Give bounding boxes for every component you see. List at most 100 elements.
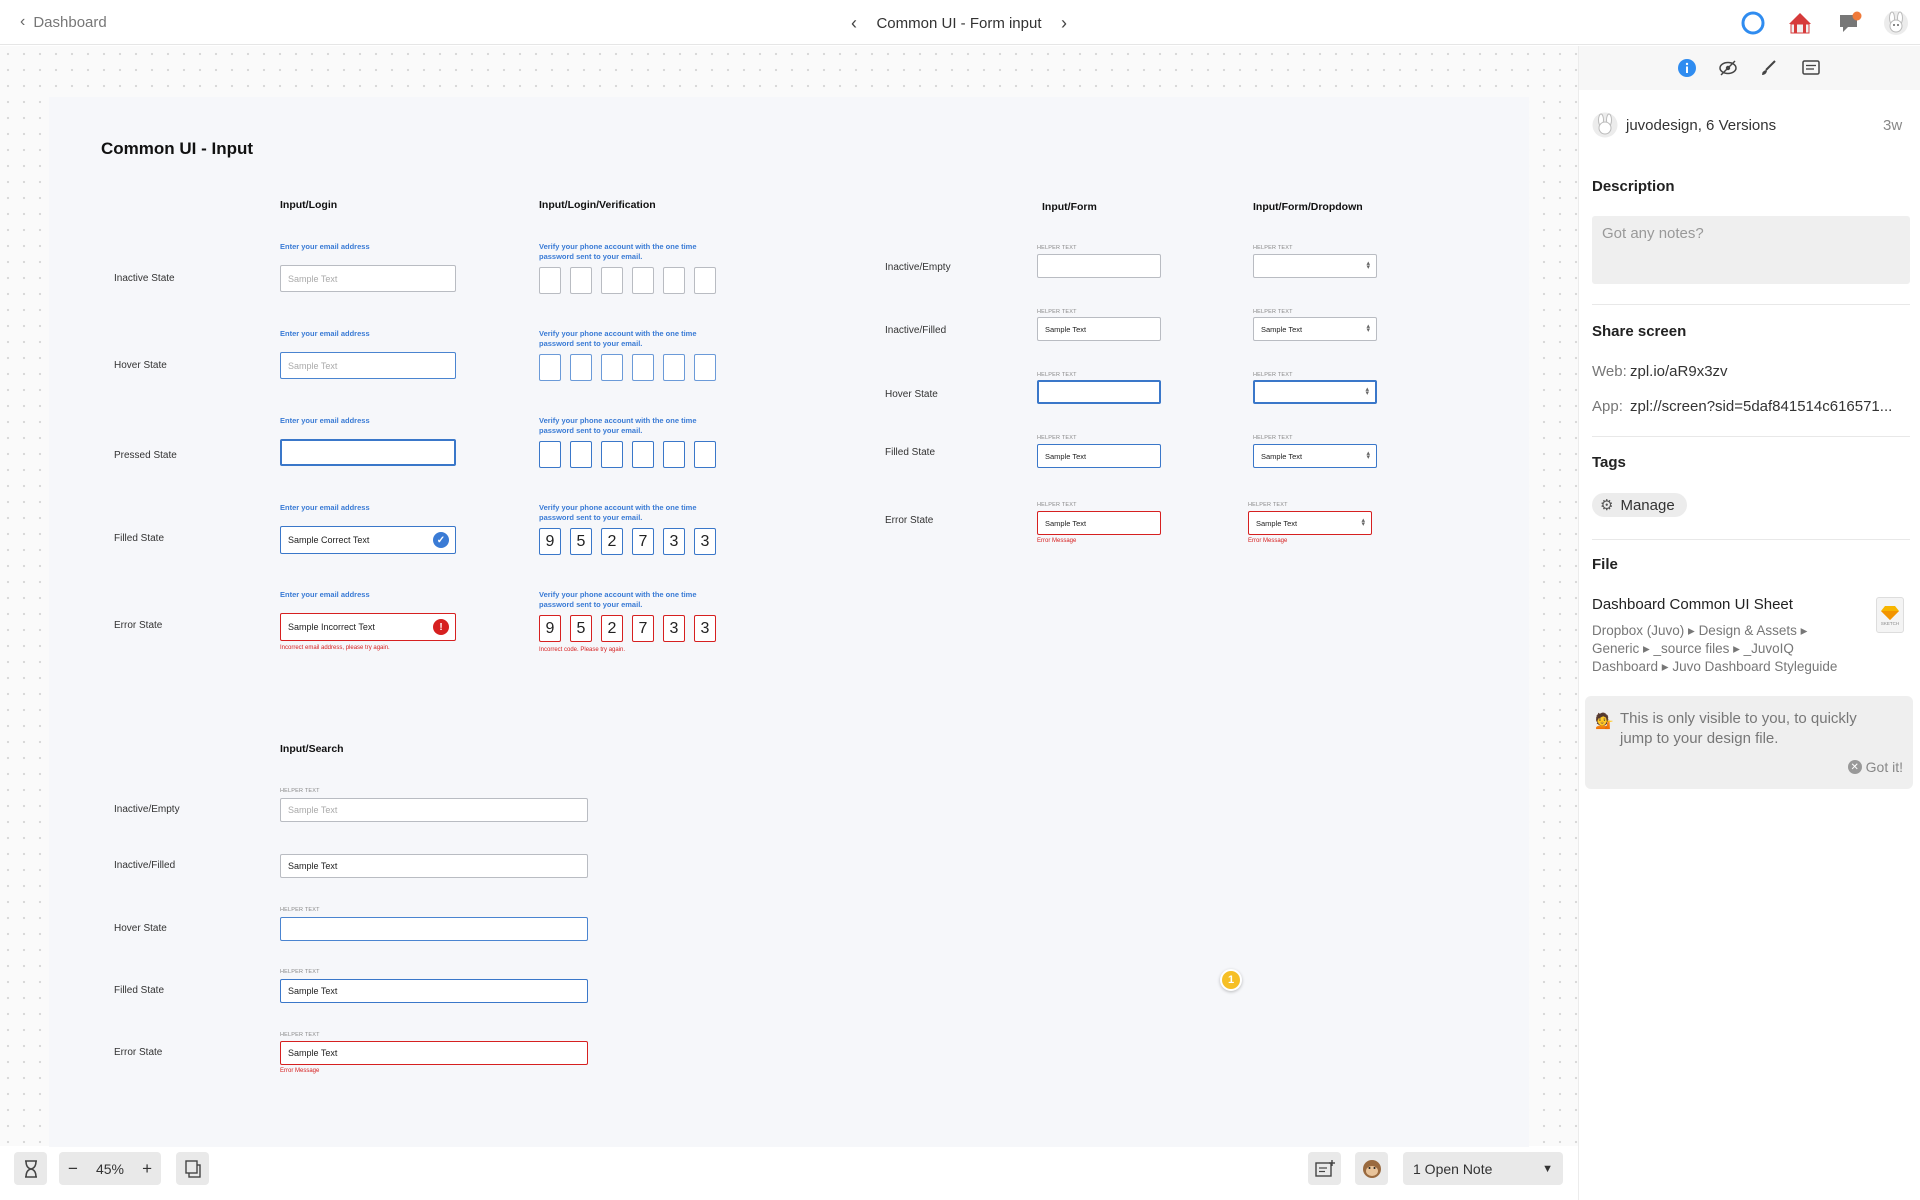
copy-layers-icon[interactable] — [176, 1152, 209, 1185]
otp-digit-box[interactable] — [632, 441, 654, 468]
web-link[interactable]: zpl.io/aR9x3zv — [1630, 363, 1728, 380]
otp-digit-box[interactable]: 9 — [539, 615, 561, 642]
otp-digit-box[interactable]: 5 — [570, 615, 592, 642]
otp-row-error[interactable]: 9 5 2 7 3 3 — [539, 615, 719, 643]
artboard: Common UI - Input Input/Login Input/Logi… — [49, 97, 1529, 1147]
dropdown-hover[interactable]: ▴ ▾ — [1253, 380, 1377, 404]
dropdown-caret-icon: ▴ ▾ — [1366, 260, 1370, 271]
tip-text: This is only visible to you, to quickly … — [1620, 709, 1857, 749]
previous-screen-button[interactable]: ‹ — [846, 13, 862, 34]
search-field-filled[interactable]: Sample Text — [280, 979, 588, 1003]
otp-digit-box[interactable]: 7 — [632, 528, 654, 555]
got-it-button[interactable]: ✕ Got it! — [1847, 759, 1903, 775]
panel-tabs — [1579, 46, 1920, 90]
form-field-inactive-empty[interactable] — [1037, 254, 1161, 278]
back-to-dashboard-link[interactable]: ‹ Dashboard — [20, 13, 107, 31]
login-email-field-pressed[interactable] — [280, 439, 456, 466]
note-marker[interactable]: 1 — [1220, 969, 1242, 991]
otp-digit-box[interactable]: 2 — [601, 528, 623, 555]
otp-digit-box[interactable] — [601, 267, 623, 294]
hourglass-icon[interactable] — [14, 1152, 47, 1185]
login-email-field-error[interactable]: Sample Incorrect Text ! — [280, 613, 456, 641]
login-email-field-inactive[interactable]: Sample Text — [280, 265, 456, 292]
otp-digit-box[interactable]: 3 — [694, 528, 716, 555]
hide-icon[interactable] — [1716, 56, 1740, 80]
verification-error-message: Incorrect code. Please try again. — [539, 647, 626, 653]
file-name[interactable]: Dashboard Common UI Sheet — [1592, 596, 1793, 613]
user-avatar-bunny-icon[interactable] — [1882, 9, 1910, 37]
otp-digit-box[interactable] — [539, 354, 561, 381]
dropdown-inactive-empty[interactable]: ▴ ▾ — [1253, 254, 1377, 278]
open-notes-dropdown[interactable]: 1 Open Note ▼ — [1403, 1152, 1563, 1185]
row-label: Pressed State — [114, 450, 177, 461]
otp-digit-box[interactable] — [632, 354, 654, 381]
form-field-hover[interactable] — [1037, 380, 1161, 404]
otp-row-pressed[interactable] — [539, 441, 719, 469]
login-error-message: Incorrect email address, please try agai… — [280, 645, 390, 651]
next-screen-button[interactable]: › — [1056, 13, 1072, 34]
section-title-search: Input/Search — [280, 743, 344, 755]
author-versions[interactable]: juvodesign, 6 Versions — [1626, 117, 1776, 134]
otp-digit-box[interactable] — [570, 267, 592, 294]
search-field-inactive-empty[interactable]: Sample Text — [280, 798, 588, 822]
otp-digit-box[interactable] — [570, 441, 592, 468]
login-email-field-filled[interactable]: Sample Correct Text ✓ — [280, 526, 456, 554]
otp-digit-box[interactable] — [539, 267, 561, 294]
otp-digit-box[interactable] — [570, 354, 592, 381]
otp-digit-box[interactable] — [663, 441, 685, 468]
otp-digit-box[interactable]: 5 — [570, 528, 592, 555]
otp-digit-box[interactable] — [694, 441, 716, 468]
search-field-inactive-filled[interactable]: Sample Text — [280, 854, 588, 878]
form-field-filled[interactable]: Sample Text — [1037, 444, 1161, 468]
verification-prompt: Verify your phone account with the one t… — [539, 503, 697, 523]
dropdown-filled[interactable]: Sample Text ▴ ▾ — [1253, 444, 1377, 468]
otp-row-filled[interactable]: 9 5 2 7 3 3 — [539, 528, 719, 556]
search-field-error[interactable]: Sample Text — [280, 1041, 588, 1065]
design-canvas[interactable]: Common UI - Input Input/Login Input/Logi… — [0, 46, 1578, 1147]
otp-digit-box[interactable]: 3 — [694, 615, 716, 642]
author-avatar — [1592, 112, 1618, 138]
otp-digit-box[interactable] — [539, 441, 561, 468]
add-note-icon[interactable] — [1308, 1152, 1341, 1185]
otp-digit-box[interactable]: 7 — [632, 615, 654, 642]
otp-digit-box[interactable]: 2 — [601, 615, 623, 642]
zoom-out-button[interactable]: − — [68, 1159, 78, 1179]
zoom-level[interactable]: 45% — [96, 1161, 124, 1177]
dropdown-inactive-filled[interactable]: Sample Text ▴ ▾ — [1253, 317, 1377, 341]
app-link[interactable]: zpl://screen?sid=5daf841514c616571... — [1630, 398, 1910, 415]
otp-digit-box[interactable]: 3 — [663, 615, 685, 642]
sync-ring-icon[interactable] — [1739, 9, 1767, 37]
helper-text: HELPER TEXT — [280, 969, 320, 975]
notification-bell-icon[interactable] — [1835, 9, 1863, 37]
otp-digit-box[interactable] — [632, 267, 654, 294]
notes-icon[interactable] — [1799, 56, 1823, 80]
zoom-in-button[interactable]: + — [142, 1159, 152, 1179]
section-title-form: Input/Form — [1042, 201, 1097, 213]
dropdown-caret-icon: ▴ ▾ — [1361, 517, 1365, 528]
otp-digit-box[interactable] — [694, 267, 716, 294]
helper-text: HELPER TEXT — [280, 788, 320, 794]
sketch-file-icon[interactable]: SKETCH — [1876, 597, 1904, 633]
login-email-field-hover[interactable]: Sample Text — [280, 352, 456, 379]
dropdown-error[interactable]: Sample Text ▴ ▾ — [1248, 511, 1372, 535]
manage-tags-button[interactable]: ⚙ Manage — [1592, 493, 1687, 517]
circus-tent-icon[interactable] — [1786, 9, 1814, 37]
otp-digit-box[interactable] — [694, 354, 716, 381]
monkey-face-icon[interactable] — [1355, 1152, 1388, 1185]
description-input[interactable]: Got any notes? — [1592, 216, 1910, 284]
brush-icon[interactable] — [1757, 56, 1781, 80]
search-field-hover[interactable] — [280, 917, 588, 941]
otp-digit-box[interactable]: 3 — [663, 528, 685, 555]
otp-digit-box[interactable] — [601, 354, 623, 381]
otp-digit-box[interactable]: 9 — [539, 528, 561, 555]
otp-digit-box[interactable] — [663, 267, 685, 294]
otp-row-inactive[interactable] — [539, 267, 719, 295]
info-icon[interactable] — [1675, 56, 1699, 80]
otp-digit-box[interactable] — [663, 354, 685, 381]
row-label: Filled State — [114, 985, 165, 996]
form-field-error[interactable]: Sample Text — [1037, 511, 1161, 535]
top-bar: ‹ Dashboard ‹ Common UI - Form input › — [0, 0, 1920, 45]
form-field-inactive-filled[interactable]: Sample Text — [1037, 317, 1161, 341]
otp-row-hover[interactable] — [539, 354, 719, 382]
otp-digit-box[interactable] — [601, 441, 623, 468]
